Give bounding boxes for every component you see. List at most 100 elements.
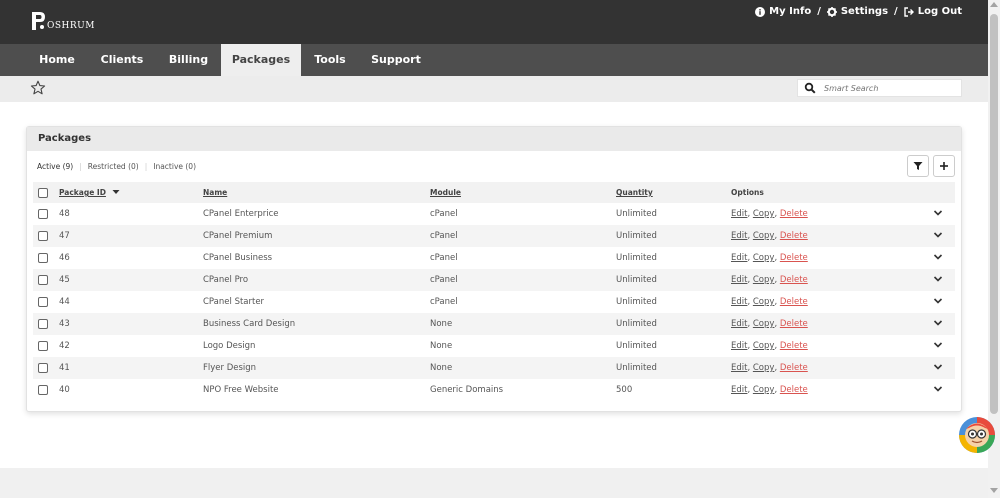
- chevron-down-icon[interactable]: [933, 362, 943, 372]
- cell-options: Edit, Copy, Delete: [731, 341, 808, 351]
- search-icon[interactable]: [804, 82, 816, 94]
- row-checkbox[interactable]: [38, 296, 48, 307]
- cell-quantity: Unlimited: [616, 209, 657, 219]
- chevron-down-icon[interactable]: [933, 252, 943, 262]
- delete-link[interactable]: Delete: [780, 253, 808, 263]
- chevron-down-icon[interactable]: [933, 274, 943, 284]
- chevron-down-icon[interactable]: [933, 208, 943, 218]
- copy-link[interactable]: Copy: [753, 341, 775, 351]
- nav-tab-support[interactable]: Support: [359, 44, 433, 76]
- edit-link[interactable]: Edit: [731, 385, 747, 395]
- edit-link[interactable]: Edit: [731, 209, 747, 219]
- scroll-up-arrow-icon[interactable]: [990, 2, 998, 7]
- main-nav: Home Clients Billing Packages Tools Supp…: [0, 44, 1000, 76]
- cell-module: None: [430, 363, 453, 373]
- table-row[interactable]: 47 CPanel Premium cPanel Unlimited Edit, Cop…: [33, 225, 955, 247]
- col-package-id[interactable]: Package ID: [59, 188, 106, 197]
- delete-link[interactable]: Delete: [780, 319, 808, 329]
- top-link-separator: /: [817, 6, 821, 17]
- table-row[interactable]: 42 Logo Design None Unlimited Edit, Copy, De…: [33, 335, 955, 357]
- table-row[interactable]: 41 Flyer Design None Unlimited Edit, Copy, D…: [33, 357, 955, 379]
- chevron-down-icon[interactable]: [933, 318, 943, 328]
- edit-link[interactable]: Edit: [731, 341, 747, 351]
- brand-logo[interactable]: OSHRUM: [30, 10, 95, 32]
- scroll-thumb[interactable]: [990, 14, 998, 414]
- col-module[interactable]: Module: [430, 188, 461, 197]
- top-link-separator: /: [894, 6, 898, 17]
- table-row[interactable]: 43 Business Card Design None Unlimited Edit,…: [33, 313, 955, 335]
- sub-toolbar: [0, 76, 988, 102]
- row-checkbox[interactable]: [38, 340, 48, 351]
- copy-link[interactable]: Copy: [753, 363, 775, 373]
- delete-link[interactable]: Delete: [780, 341, 808, 351]
- nav-tab-billing[interactable]: Billing: [156, 44, 221, 76]
- settings-link[interactable]: Settings: [826, 6, 888, 17]
- search-input[interactable]: [824, 83, 954, 93]
- copy-link[interactable]: Copy: [753, 319, 775, 329]
- copy-link[interactable]: Copy: [753, 275, 775, 285]
- scroll-down-arrow-icon[interactable]: [990, 488, 998, 493]
- logout-icon: [904, 6, 914, 17]
- edit-link[interactable]: Edit: [731, 253, 747, 263]
- delete-link[interactable]: Delete: [780, 363, 808, 373]
- row-checkbox[interactable]: [38, 252, 48, 263]
- table-row[interactable]: 44 CPanel Starter cPanel Unlimited Edit, Cop…: [33, 291, 955, 313]
- delete-link[interactable]: Delete: [780, 297, 808, 307]
- edit-link[interactable]: Edit: [731, 231, 747, 241]
- nav-tab-home[interactable]: Home: [26, 44, 88, 76]
- col-quantity[interactable]: Quantity: [616, 188, 653, 197]
- row-checkbox[interactable]: [38, 384, 48, 395]
- filter-button[interactable]: [907, 155, 929, 177]
- copy-link[interactable]: Copy: [753, 209, 775, 219]
- copy-link[interactable]: Copy: [753, 385, 775, 395]
- chat-bot-icon[interactable]: [958, 416, 996, 454]
- nav-tab-packages[interactable]: Packages: [221, 44, 301, 76]
- delete-link[interactable]: Delete: [780, 209, 808, 219]
- chevron-down-icon[interactable]: [933, 384, 943, 394]
- filter-restricted[interactable]: Restricted (0): [88, 162, 139, 171]
- add-package-button[interactable]: [933, 155, 955, 177]
- table-row[interactable]: 40 NPO Free Website Generic Domains 500 Edit…: [33, 379, 955, 401]
- page-footer: [0, 468, 988, 498]
- row-checkbox[interactable]: [38, 274, 48, 285]
- select-all-checkbox[interactable]: [38, 187, 48, 198]
- logo-mark-icon: [32, 12, 45, 30]
- chevron-down-icon[interactable]: [933, 340, 943, 350]
- delete-link[interactable]: Delete: [780, 231, 808, 241]
- col-name[interactable]: Name: [203, 188, 227, 197]
- edit-link[interactable]: Edit: [731, 297, 747, 307]
- filter-inactive[interactable]: Inactive (0): [153, 162, 196, 171]
- nav-tab-tools[interactable]: Tools: [301, 44, 359, 76]
- copy-link[interactable]: Copy: [753, 253, 775, 263]
- table-row[interactable]: 45 CPanel Pro cPanel Unlimited Edit, Copy, D…: [33, 269, 955, 291]
- delete-link[interactable]: Delete: [780, 275, 808, 285]
- logout-link[interactable]: Log Out: [904, 6, 962, 17]
- row-checkbox[interactable]: [38, 318, 48, 329]
- cell-module: None: [430, 319, 453, 329]
- row-checkbox[interactable]: [38, 230, 48, 241]
- chevron-down-icon[interactable]: [933, 296, 943, 306]
- edit-link[interactable]: Edit: [731, 275, 747, 285]
- sort-desc-icon[interactable]: [112, 189, 120, 195]
- panel-title: Packages: [27, 127, 961, 151]
- filter-active[interactable]: Active (9): [37, 162, 73, 171]
- cell-name: CPanel Premium: [203, 231, 273, 241]
- row-checkbox[interactable]: [38, 208, 48, 219]
- chevron-down-icon[interactable]: [933, 230, 943, 240]
- star-icon[interactable]: [30, 80, 46, 96]
- edit-link[interactable]: Edit: [731, 363, 747, 373]
- copy-link[interactable]: Copy: [753, 231, 775, 241]
- logo-text: OSHRUM: [47, 21, 95, 31]
- cell-module: cPanel: [430, 297, 458, 307]
- copy-link[interactable]: Copy: [753, 297, 775, 307]
- filter-separator: |: [79, 162, 82, 171]
- packages-panel: Packages Active (9) | Restricted (0) | I…: [26, 126, 962, 412]
- table-row[interactable]: 48 CPanel Enterprice cPanel Unlimited Edit, …: [33, 203, 955, 225]
- nav-tab-clients[interactable]: Clients: [88, 44, 156, 76]
- delete-link[interactable]: Delete: [780, 385, 808, 395]
- table-row[interactable]: 46 CPanel Business cPanel Unlimited Edit, Co…: [33, 247, 955, 269]
- cell-module: cPanel: [430, 275, 458, 285]
- edit-link[interactable]: Edit: [731, 319, 747, 329]
- row-checkbox[interactable]: [38, 362, 48, 373]
- my-info-link[interactable]: My Info: [755, 6, 811, 17]
